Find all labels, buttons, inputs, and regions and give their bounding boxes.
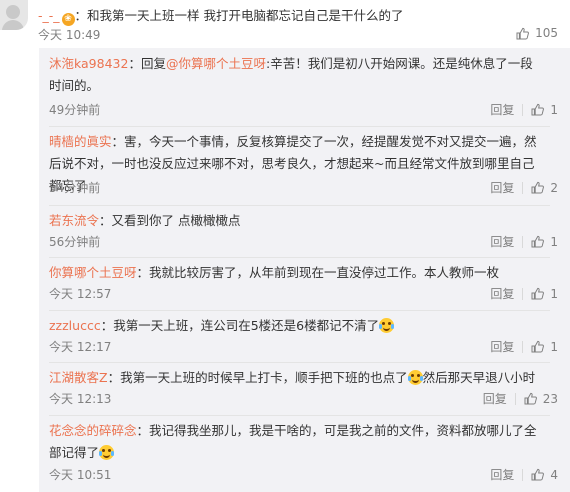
reply-item: 你算哪个土豆呀：我就比较厉害了，从年前到现在一直没停过工作。本人教师一枚 今天 … [39, 257, 570, 309]
reply-body: ：我第一天上班的时候早上打卡，顺手把下班的也点了 [107, 370, 408, 385]
avatar[interactable] [0, 0, 28, 30]
reply-username[interactable]: 晴樯的眞实 [49, 134, 112, 149]
reply-item: 若东流令：又看到你了 点橄橄橄点 56分钟前 回复 1 [39, 205, 570, 257]
reply-time: 今天 12:57 [49, 287, 112, 301]
reply-item: 花念念的碎碎念：我记得我坐那儿，我是干啥的，可是我之前的文件，资料都放哪儿了全部… [39, 415, 570, 492]
reply-list: 沐沲ka98432：回复@你算哪个土豆呀:辛苦！我们是初八开始网课。还是纯休息了… [39, 48, 570, 492]
reply-body: ：我就比较厉害了，从年前到现在一直没停过工作。本人教师一枚 [136, 265, 500, 280]
reply-item: 沐沲ka98432：回复@你算哪个土豆呀:辛苦！我们是初八开始网课。还是纯休息了… [39, 48, 570, 121]
like-count: 4 [550, 467, 558, 482]
reply-username[interactable]: 花念念的碎碎念 [49, 423, 137, 438]
reply-button[interactable]: 回复 [490, 179, 514, 196]
main-comment-like[interactable]: 105 [516, 26, 558, 40]
reply-ops: 回复 4 [490, 466, 558, 483]
laugh-cry-emoji-icon [379, 318, 395, 333]
reply-time: 今天 12:13 [49, 392, 112, 406]
reply-button[interactable]: 回复 [490, 466, 514, 483]
laugh-cry-emoji-icon [99, 445, 115, 460]
thumbs-up-icon [516, 27, 530, 40]
like-count: 1 [550, 102, 558, 117]
thumbs-up-icon[interactable] [531, 340, 545, 353]
like-count: 1 [550, 339, 558, 354]
thumbs-up-icon[interactable] [531, 287, 545, 300]
reply-text: 江湖散客Z：我第一天上班的时候早上打卡，顺手把下班的也点了 然后那天早退八小时 [49, 367, 539, 389]
main-comment-time: 今天 10:49 [38, 28, 101, 42]
reply-body: ：害，今天一个事情，反复核算提交了一次，经提醒发觉不对又提交一遍，然后说不对，一… [49, 134, 537, 193]
reply-body: ：我第一天上班，连公司在5楼还是6楼都记不清了 [100, 318, 380, 333]
laugh-cry-emoji-icon [407, 370, 423, 385]
reply-item: 江湖散客Z：我第一天上班的时候早上打卡，顺手把下班的也点了 然后那天早退八小时 今… [39, 362, 570, 414]
reply-time: 今天 12:17 [49, 340, 112, 354]
reply-text: 花念念的碎碎念：我记得我坐那儿，我是干啥的，可是我之前的文件，资料都放哪儿了全部… [49, 420, 539, 464]
main-comment-username[interactable]: -_-_ [38, 8, 60, 23]
reply-username[interactable]: 江湖散客Z [49, 370, 108, 385]
member-badge-icon: ❀ [61, 13, 75, 26]
reply-ops: 回复 1 [490, 101, 558, 118]
like-count: 2 [550, 180, 558, 195]
main-comment-line: -_-_ ❀ ：和我第一天上班一样 我打开电脑都忘记自己是干什么的了 [38, 5, 404, 26]
reply-button[interactable]: 回复 [483, 390, 507, 407]
thumbs-up-icon[interactable] [531, 103, 545, 116]
reply-button[interactable]: 回复 [490, 233, 514, 250]
like-count: 1 [550, 234, 558, 249]
reply-button[interactable]: 回复 [490, 101, 514, 118]
reply-mention[interactable]: @你算哪个土豆呀 [166, 56, 266, 71]
like-count: 23 [542, 391, 558, 406]
reply-item: 晴樯的眞实：害，今天一个事情，反复核算提交了一次，经提醒发觉不对又提交一遍，然后… [39, 126, 570, 202]
reply-time: 今天 10:51 [49, 468, 112, 482]
reply-username[interactable]: 沐沲ka98432 [49, 56, 128, 71]
reply-username[interactable]: 若东流令 [49, 213, 99, 228]
reply-username[interactable]: zzzluccc [49, 318, 101, 333]
reply-text: 晴樯的眞实：害，今天一个事情，反复核算提交了一次，经提醒发觉不对又提交一遍，然后… [49, 131, 539, 197]
reply-time: 49分钟前 [49, 103, 101, 117]
reply-time: 56分钟前 [49, 235, 101, 249]
thumbs-up-icon[interactable] [531, 181, 545, 194]
main-comment-text: ：和我第一天上班一样 我打开电脑都忘记自己是干什么的了 [74, 8, 404, 23]
reply-item: zzzluccc：我第一天上班，连公司在5楼还是6楼都记不清了 今天 12:17… [39, 310, 570, 362]
main-comment: -_-_ ❀ ：和我第一天上班一样 我打开电脑都忘记自己是干什么的了 今天 10:4… [0, 0, 570, 48]
thumbs-up-icon[interactable] [531, 235, 545, 248]
reply-text: 你算哪个土豆呀：我就比较厉害了，从年前到现在一直没停过工作。本人教师一枚 [49, 262, 539, 284]
reply-text: zzzluccc：我第一天上班，连公司在5楼还是6楼都记不清了 [49, 315, 539, 337]
reply-ops: 回复 23 [483, 390, 558, 407]
reply-button[interactable]: 回复 [490, 338, 514, 355]
reply-prefix: ：回复 [128, 56, 166, 71]
reply-ops: 回复 2 [490, 179, 558, 196]
reply-body: ：又看到你了 点橄橄橄点 [99, 213, 241, 228]
thumbs-up-icon[interactable] [531, 468, 545, 481]
reply-text: 若东流令：又看到你了 点橄橄橄点 [49, 210, 539, 232]
reply-ops: 回复 1 [490, 285, 558, 302]
like-count: 105 [535, 26, 558, 40]
reply-ops: 回复 1 [490, 233, 558, 250]
like-count: 1 [550, 286, 558, 301]
reply-button[interactable]: 回复 [490, 285, 514, 302]
reply-username[interactable]: 你算哪个土豆呀 [49, 265, 137, 280]
reply-time: 54分钟前 [49, 181, 101, 195]
reply-text: 沐沲ka98432：回复@你算哪个土豆呀:辛苦！我们是初八开始网课。还是纯休息了… [49, 53, 539, 97]
reply-ops: 回复 1 [490, 338, 558, 355]
reply-body-continued: 然后那天早退八小时 [422, 370, 536, 385]
thumbs-up-icon[interactable] [524, 392, 537, 405]
